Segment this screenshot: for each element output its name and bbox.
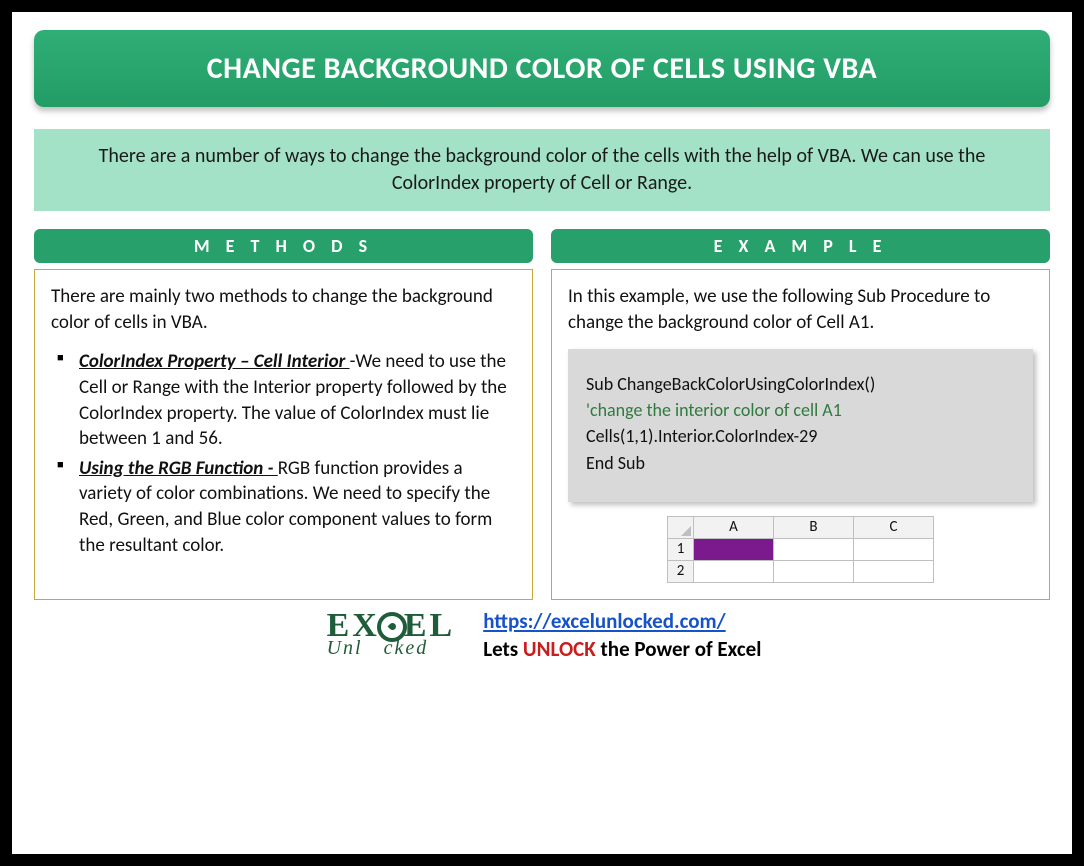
- example-lead: In this example, we use the following Su…: [568, 284, 1033, 335]
- methods-lead: There are mainly two methods to change t…: [51, 284, 516, 335]
- code-box: Sub ChangeBackColorUsingColorIndex() 'ch…: [568, 349, 1033, 501]
- sheet-corner: [668, 516, 694, 538]
- example-body: In this example, we use the following Su…: [551, 269, 1050, 600]
- cell: [854, 538, 934, 560]
- page-title: CHANGE BACKGROUND COLOR OF CELLS USING V…: [34, 30, 1050, 107]
- example-heading: E X A M P L E: [551, 229, 1050, 263]
- code-line: Cells(1,1).Interior.ColorIndex-29: [586, 423, 1015, 449]
- columns-wrap: M E T H O D S There are mainly two metho…: [34, 229, 1050, 600]
- page: CHANGE BACKGROUND COLOR OF CELLS USING V…: [12, 12, 1072, 854]
- method-term: ColorIndex Property – Cell Interior: [79, 350, 350, 373]
- methods-body: There are mainly two methods to change t…: [34, 269, 533, 600]
- method-term: Using the RGB Function -: [79, 457, 278, 480]
- tagline-pre: Lets: [483, 636, 523, 662]
- cell: [854, 560, 934, 582]
- row-header: 1: [668, 538, 694, 560]
- intro-text: There are a number of ways to change the…: [34, 129, 1050, 211]
- code-comment: 'change the interior color of cell A1: [586, 397, 1015, 423]
- footer: EXEL Unl cked https://excelunlocked.com/…: [34, 608, 1050, 662]
- col-header: A: [694, 516, 774, 538]
- footer-text: https://excelunlocked.com/ Lets UNLOCK t…: [483, 608, 761, 662]
- list-item: Using the RGB Function - RGB function pr…: [57, 456, 516, 559]
- methods-heading: M E T H O D S: [34, 229, 533, 263]
- tagline-post: the Power of Excel: [596, 636, 762, 662]
- cell-a1: [694, 538, 774, 560]
- magnifier-icon: [377, 612, 407, 642]
- cell: [694, 560, 774, 582]
- example-column: E X A M P L E In this example, we use th…: [551, 229, 1050, 600]
- cell: [774, 560, 854, 582]
- tagline-unlock: UNLOCK: [523, 636, 596, 662]
- row-header: 2: [668, 560, 694, 582]
- code-line: Sub ChangeBackColorUsingColorIndex(): [586, 371, 1015, 397]
- methods-list: ColorIndex Property – Cell Interior -We …: [51, 349, 516, 558]
- col-header: B: [774, 516, 854, 538]
- cell: [774, 538, 854, 560]
- list-item: ColorIndex Property – Cell Interior -We …: [57, 349, 516, 452]
- logo: EXEL Unl cked: [323, 612, 456, 657]
- code-line: End Sub: [586, 450, 1015, 476]
- site-link[interactable]: https://excelunlocked.com/: [483, 608, 725, 634]
- col-header: C: [854, 516, 934, 538]
- excel-grid: A B C 1 2: [667, 516, 934, 583]
- methods-column: M E T H O D S There are mainly two metho…: [34, 229, 533, 600]
